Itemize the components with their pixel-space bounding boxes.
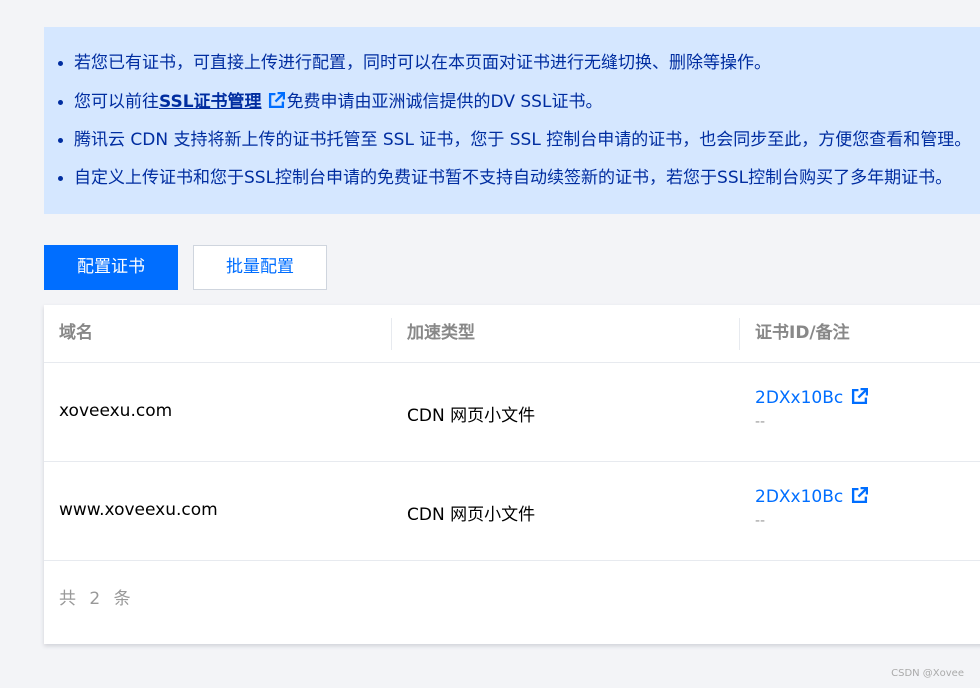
batch-configure-button[interactable]: 批量配置	[193, 245, 327, 290]
cert-cell: 2DXx10Bc --	[755, 487, 870, 529]
external-link-icon[interactable]	[851, 388, 869, 405]
column-divider[interactable]	[739, 318, 740, 350]
notice-text: 若您已有证书，可直接上传进行配置，同时可以在本页面对证书进行无缝切换、删除等操作…	[74, 53, 771, 73]
external-link-icon[interactable]	[268, 92, 285, 109]
notice-suffix: 免费申请由亚洲诚信提供的DV SSL证书。	[286, 92, 603, 112]
cert-note: --	[755, 513, 766, 529]
ssl-cert-management-link[interactable]: SSL证书管理	[159, 92, 262, 112]
notice-prefix: 您可以前往	[74, 92, 159, 112]
notice-text: 腾讯云 CDN 支持将新上传的证书托管至 SSL 证书，您于 SSL 控制台申请…	[74, 130, 972, 150]
cert-id-link[interactable]: 2DXx10Bc	[755, 388, 843, 408]
notice-item-3: 腾讯云 CDN 支持将新上传的证书托管至 SSL 证书，您于 SSL 控制台申请…	[57, 130, 972, 150]
column-header-acceleration-type: 加速类型	[407, 323, 475, 343]
acceleration-type-cell: CDN 网页小文件	[407, 406, 536, 426]
table-row: xoveexu.com CDN 网页小文件 2DXx10Bc --	[44, 363, 980, 462]
cert-id-link[interactable]: 2DXx10Bc	[755, 487, 843, 507]
page: 若您已有证书，可直接上传进行配置，同时可以在本页面对证书进行无缝切换、删除等操作…	[0, 0, 980, 688]
external-link-icon[interactable]	[851, 487, 869, 504]
acceleration-type-cell: CDN 网页小文件	[407, 505, 536, 525]
notice-item-1: 若您已有证书，可直接上传进行配置，同时可以在本页面对证书进行无缝切换、删除等操作…	[58, 53, 771, 73]
column-header-cert-id: 证书ID/备注	[755, 323, 850, 343]
table-row: www.xoveexu.com CDN 网页小文件 2DXx10Bc --	[44, 462, 980, 561]
table-total-count: 共 2 条	[59, 589, 135, 609]
configure-certificate-button[interactable]: 配置证书	[44, 245, 178, 290]
column-divider[interactable]	[391, 318, 392, 350]
certificate-table: 域名 加速类型 证书ID/备注 xoveexu.com CDN 网页小文件 2D…	[44, 305, 980, 644]
column-header-domain: 域名	[59, 323, 93, 343]
cert-note: --	[755, 414, 766, 430]
notice-text: 自定义上传证书和您于SSL控制台申请的免费证书暂不支持自动续签新的证书，若您于S…	[74, 168, 953, 188]
info-notice: 若您已有证书，可直接上传进行配置，同时可以在本页面对证书进行无缝切换、删除等操作…	[44, 27, 980, 214]
notice-item-4: 自定义上传证书和您于SSL控制台申请的免费证书暂不支持自动续签新的证书，若您于S…	[57, 168, 953, 188]
table-header: 域名 加速类型 证书ID/备注	[44, 305, 980, 363]
domain-cell: xoveexu.com	[59, 401, 173, 421]
watermark: CSDN @Xovee	[891, 668, 964, 679]
domain-cell: www.xoveexu.com	[59, 500, 218, 520]
notice-item-2: 您可以前往SSL证书管理 免费申请由亚洲诚信提供的DV SSL证书。	[57, 92, 603, 112]
cert-cell: 2DXx10Bc --	[755, 388, 870, 430]
